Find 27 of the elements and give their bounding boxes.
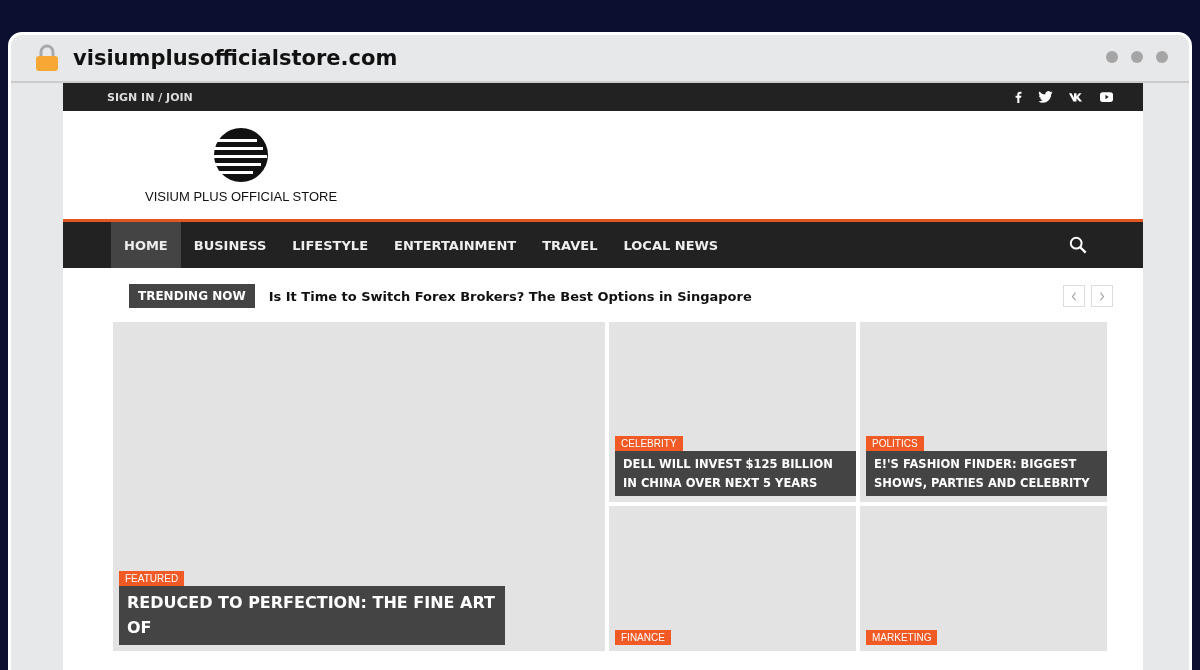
post-tile[interactable]: POLITICS E!'S FASHION FINDER: BIGGEST SHOWS, PARTIES AND CELEBRITY [860,322,1107,502]
nav-item[interactable]: TRAVEL [529,222,611,268]
logo-icon [213,126,270,183]
lock-icon [35,44,59,72]
sign-in-link[interactable]: SIGN IN / JOIN [107,90,193,104]
twitter-icon[interactable] [1038,91,1053,103]
chevron-right-icon [1099,291,1105,301]
trending-label: TRENDING NOW [129,284,255,308]
post-title[interactable]: E!'S FASHION FINDER: BIGGEST SHOWS, PARTIES AND CELEBRITY [866,451,1107,496]
vk-icon[interactable] [1069,92,1084,102]
nav-item[interactable]: BUSINESS [180,222,280,268]
post-tile[interactable]: CELEBRITY DELL WILL INVEST $125 BILLION IN CHINA OVER NEXT 5 YEARS [609,322,856,502]
post-title[interactable]: REDUCED TO PERFECTION: THE FINE ART OF [119,585,505,645]
nav-item[interactable]: ENTERTAINMENT [381,222,530,268]
window-dots-icon [1105,49,1169,64]
nav-item[interactable]: LOCAL NEWS [610,222,732,268]
search-icon[interactable] [1069,236,1087,254]
youtube-icon[interactable] [1100,92,1113,102]
url-text: visiumplusofficialstore.com [73,46,398,70]
post-tile[interactable]: FEATURED REDUCED TO PERFECTION: THE FINE ART OF [113,322,605,651]
nav-item[interactable]: HOME [111,222,181,268]
chevron-left-icon [1071,291,1077,301]
post-title[interactable]: DELL WILL INVEST $125 BILLION IN CHINA OVER NEXT 5 YEARS [615,451,856,496]
facebook-icon[interactable] [1015,91,1022,103]
nav-item[interactable]: LIFESTYLE [279,222,382,268]
trending-headline[interactable]: Is It Time to Switch Forex Brokers? The Best Options in Singapore [268,288,752,304]
logo-text: VISIUM PLUS OFFICIAL STORE [145,188,338,204]
